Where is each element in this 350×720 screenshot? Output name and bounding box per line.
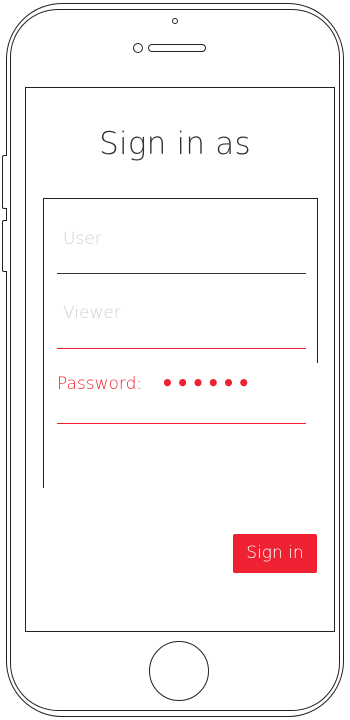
password-field[interactable]: •••••• xyxy=(161,371,253,395)
viewer-field-underline xyxy=(57,348,306,349)
home-button[interactable] xyxy=(149,641,209,701)
front-camera xyxy=(133,43,143,53)
form-border-left xyxy=(43,198,44,488)
form-border-right xyxy=(317,198,318,363)
earpiece-speaker xyxy=(148,44,206,52)
page-title: Sign in as xyxy=(99,126,251,162)
form-border-top xyxy=(43,198,318,199)
volume-up-button xyxy=(2,155,7,209)
user-field[interactable]: User xyxy=(63,229,102,249)
user-field-underline xyxy=(57,273,306,274)
password-field-underline xyxy=(57,423,306,424)
viewer-field[interactable]: Viewer xyxy=(63,303,121,323)
password-label: Password: xyxy=(57,374,143,394)
sign-in-button[interactable]: Sign in xyxy=(233,534,317,573)
volume-down-button xyxy=(2,220,7,272)
sensor-dot xyxy=(172,18,178,24)
